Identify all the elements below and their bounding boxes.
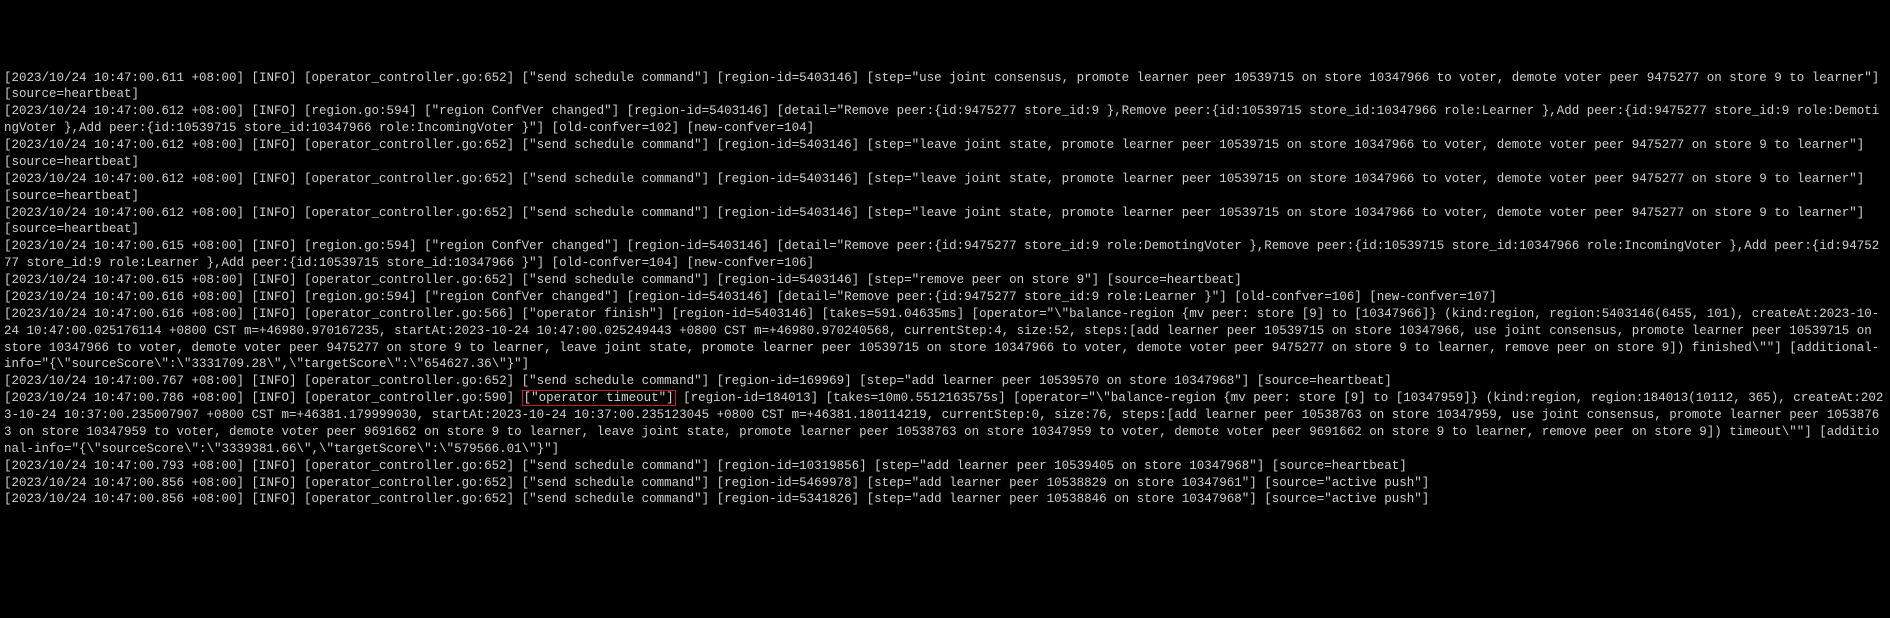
log-line: [2023/10/24 10:47:00.856 +08:00] [INFO] … [4, 475, 1886, 492]
log-output: [2023/10/24 10:47:00.611 +08:00] [INFO] … [4, 70, 1886, 509]
log-line: [2023/10/24 10:47:00.767 +08:00] [INFO] … [4, 373, 1886, 390]
log-line: [2023/10/24 10:47:00.793 +08:00] [INFO] … [4, 458, 1886, 475]
log-line: [2023/10/24 10:47:00.616 +08:00] [INFO] … [4, 289, 1886, 306]
highlight-operator-timeout: ["operator timeout"] [522, 390, 676, 406]
log-line: [2023/10/24 10:47:00.786 +08:00] [INFO] … [4, 390, 1886, 458]
log-line: [2023/10/24 10:47:00.612 +08:00] [INFO] … [4, 137, 1886, 171]
log-line: [2023/10/24 10:47:00.611 +08:00] [INFO] … [4, 70, 1886, 104]
log-line: [2023/10/24 10:47:00.616 +08:00] [INFO] … [4, 306, 1886, 374]
log-line: [2023/10/24 10:47:00.615 +08:00] [INFO] … [4, 272, 1886, 289]
log-line: [2023/10/24 10:47:00.612 +08:00] [INFO] … [4, 205, 1886, 239]
log-line: [2023/10/24 10:47:00.856 +08:00] [INFO] … [4, 491, 1886, 508]
log-line: [2023/10/24 10:47:00.612 +08:00] [INFO] … [4, 171, 1886, 205]
log-line: [2023/10/24 10:47:00.615 +08:00] [INFO] … [4, 238, 1886, 272]
log-line: [2023/10/24 10:47:00.612 +08:00] [INFO] … [4, 103, 1886, 137]
